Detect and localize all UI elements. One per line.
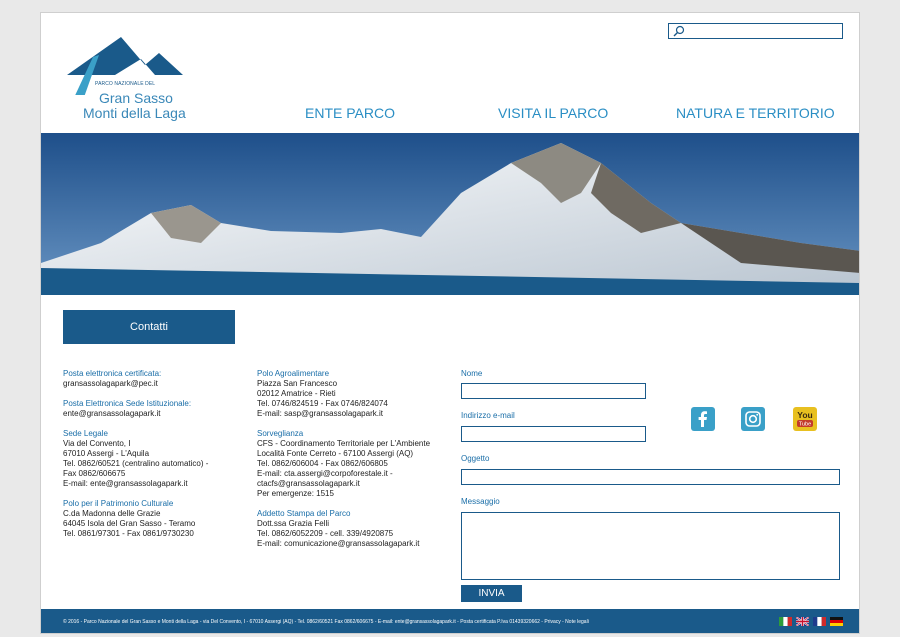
contact-line: E-mail: cta.assergi@corpoforestale.it -	[257, 469, 393, 478]
footer-text: © 2016 - Parco Nazionale del Gran Sasso …	[63, 619, 589, 625]
contact-line: Via del Convento, I	[63, 439, 131, 448]
contact-block: Sorveglianza CFS - Coordinamento Territo…	[257, 429, 447, 499]
contact-line: Tel. 0746/824519 - Fax 0746/824074	[257, 399, 388, 408]
contacts-column-1: Posta elettronica certificata: gransasso…	[63, 369, 263, 549]
footer: © 2016 - Parco Nazionale del Gran Sasso …	[41, 609, 859, 633]
name-input[interactable]	[461, 383, 646, 399]
youtube-text-you: You	[797, 410, 812, 420]
contact-heading: Sorveglianza	[257, 429, 304, 438]
contact-line: ctacfs@gransassolagapark.it	[257, 479, 360, 488]
banner-image	[41, 133, 859, 295]
contact-line: E-mail: sasp@gransassolagapark.it	[257, 409, 383, 418]
page: PARCO NAZIONALE DEL Gran Sasso Monti del…	[40, 12, 860, 634]
contact-heading: Posta elettronica certificata:	[63, 369, 162, 378]
contact-line: Tel. 0861/97301 - Fax 0861/9730230	[63, 529, 194, 538]
facebook-icon	[698, 411, 707, 427]
contact-line: Tel. 0862/60521 (centralino automatico) …	[63, 459, 209, 468]
contact-line: gransassolagapark@pec.it	[63, 379, 158, 388]
subject-input[interactable]	[461, 469, 840, 485]
subject-label: Oggetto	[461, 454, 490, 463]
language-selector	[779, 617, 843, 626]
contact-heading: Sede Legale	[63, 429, 108, 438]
contact-line: Località Fonte Cerreto - 67100 Assergi (…	[257, 449, 414, 458]
youtube-link[interactable]: You Tube	[793, 407, 817, 431]
contact-block: Posta elettronica certificata: gransasso…	[63, 369, 263, 389]
contact-line: ente@gransassolagapark.it	[63, 409, 161, 418]
nav-ente-parco[interactable]: ENTE PARCO	[305, 105, 395, 121]
message-textarea[interactable]	[461, 512, 840, 580]
contact-line: E-mail: ente@gransassolagapark.it	[63, 479, 188, 488]
logo-line-2: Gran Sasso	[99, 90, 173, 106]
contact-block: Sede Legale Via del Convento, I 67010 As…	[63, 429, 263, 489]
submit-button[interactable]: INVIA	[461, 585, 522, 602]
search-icon[interactable]	[673, 25, 685, 37]
contact-block: Addetto Stampa del Parco Dott.ssa Grazia…	[257, 509, 447, 549]
contact-line: C.da Madonna delle Grazie	[63, 509, 161, 518]
logo-line-1: PARCO NAZIONALE DEL	[95, 81, 156, 87]
contact-line: Tel. 0862/6052209 - cell. 339/4920875	[257, 529, 394, 538]
email-input[interactable]	[461, 426, 646, 442]
contacts-column-2: Polo Agroalimentare Piazza San Francesco…	[257, 369, 447, 559]
uk-flag-icon[interactable]	[796, 617, 809, 626]
contact-line: CFS - Coordinamento Territoriale per L'A…	[257, 439, 431, 448]
contact-line: Fax 0862/606675	[63, 469, 126, 478]
contact-heading: Polo per il Patrimonio Culturale	[63, 499, 174, 508]
search-input[interactable]	[687, 24, 837, 38]
instagram-link[interactable]	[741, 407, 765, 431]
contact-block: Posta Elettronica Sede Istituzionale: en…	[63, 399, 263, 419]
german-flag-icon[interactable]	[830, 617, 843, 626]
name-label: Nome	[461, 369, 483, 378]
park-logo[interactable]: PARCO NAZIONALE DEL Gran Sasso Monti del…	[63, 35, 213, 130]
youtube-text-tube: Tube	[799, 422, 811, 428]
contatti-tab[interactable]: Contatti	[63, 310, 235, 344]
message-label: Messaggio	[461, 497, 500, 506]
youtube-icon: You Tube	[797, 410, 813, 428]
contact-line: E-mail: comunicazione@gransassolagapark.…	[257, 539, 420, 548]
search-box[interactable]	[668, 23, 843, 39]
contact-heading: Addetto Stampa del Parco	[257, 509, 351, 518]
contact-line: 64045 Isola del Gran Sasso - Teramo	[63, 519, 196, 528]
contact-heading: Posta Elettronica Sede Istituzionale:	[63, 399, 192, 408]
nav-natura-e-territorio[interactable]: NATURA E TERRITORIO	[676, 105, 835, 121]
facebook-link[interactable]	[691, 407, 715, 431]
email-label: Indirizzo e-mail	[461, 411, 515, 420]
instagram-icon	[745, 411, 761, 427]
contact-block: Polo Agroalimentare Piazza San Francesco…	[257, 369, 447, 419]
italian-flag-icon[interactable]	[779, 617, 792, 626]
contact-block: Polo per il Patrimonio Culturale C.da Ma…	[63, 499, 263, 539]
contact-heading: Polo Agroalimentare	[257, 369, 330, 378]
logo-line-3: Monti della Laga	[83, 105, 186, 121]
french-flag-icon[interactable]	[813, 617, 826, 626]
contact-line: Piazza San Francesco	[257, 379, 338, 388]
contact-line: 02012 Amatrice - Rieti	[257, 389, 336, 398]
contact-line: Dott.ssa Grazia Felli	[257, 519, 330, 528]
contact-line: Tel. 0862/606004 - Fax 0862/606805	[257, 459, 388, 468]
contact-line: Per emergenze: 1515	[257, 489, 334, 498]
contact-line: 67010 Assergi - L'Aquila	[63, 449, 150, 458]
nav-visita-il-parco[interactable]: VISITA IL PARCO	[498, 105, 608, 121]
